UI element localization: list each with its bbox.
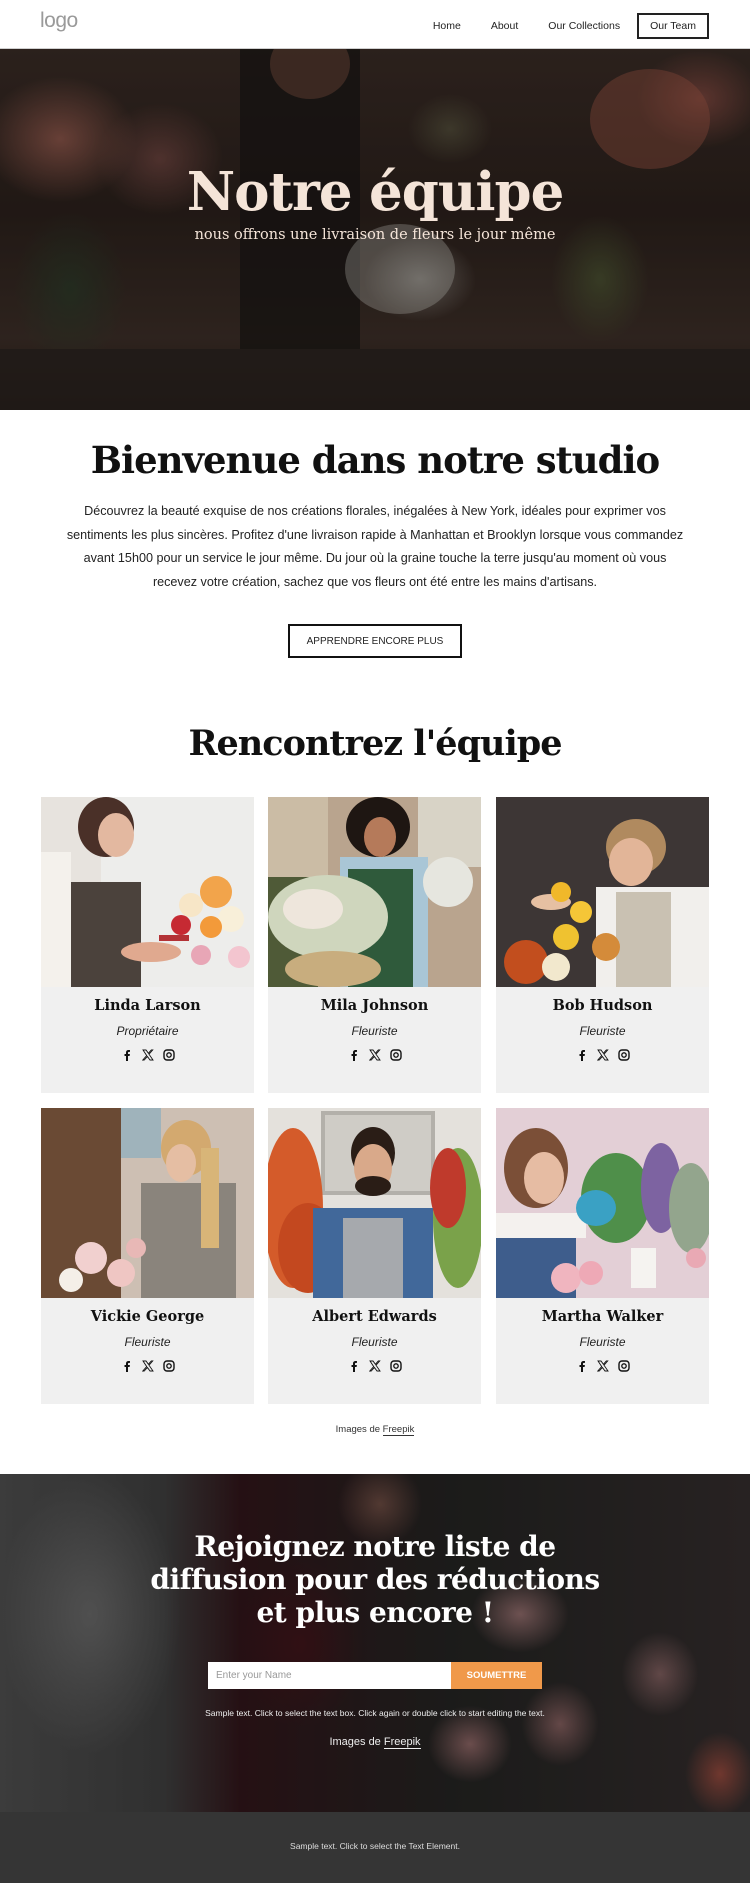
member-name: Albert Edwards (312, 1308, 437, 1325)
social-links (268, 1048, 481, 1061)
newsletter-title: Rejoignez notre liste de diffusion pour … (150, 1530, 600, 1629)
credit-prefix: Images de (329, 1736, 384, 1748)
newsletter-section: Rejoignez notre liste de diffusion pour … (0, 1474, 750, 1812)
site-footer: Sample text. Click to select the Text El… (0, 1812, 750, 1883)
facebook-icon[interactable] (575, 1359, 588, 1372)
team-card: Mila Johnson Fleuriste (268, 797, 481, 1093)
facebook-icon[interactable] (120, 1359, 133, 1372)
man-in-apron-icon (268, 1108, 481, 1298)
welcome-text: Découvrez la beauté exquise de nos créat… (66, 504, 684, 589)
learn-more-button[interactable]: APPRENDRE ENCORE PLUS (288, 624, 462, 658)
facebook-icon[interactable] (347, 1048, 360, 1061)
member-role: Fleuriste (579, 1335, 626, 1349)
social-links (41, 1359, 254, 1372)
member-role: Fleuriste (351, 1024, 398, 1038)
social-links (496, 1048, 709, 1061)
facebook-icon[interactable] (347, 1359, 360, 1372)
site-header: logo Home About Our Collections Our Team (0, 0, 750, 49)
welcome-title: Bienvenue dans notre studio (90, 438, 661, 482)
submit-button[interactable]: SOUMETTRE (451, 1662, 542, 1689)
x-icon[interactable] (141, 1359, 154, 1372)
woman-with-pink-flowers-icon (496, 1108, 709, 1298)
social-links (496, 1359, 709, 1372)
hero-title: Notre équipe (186, 161, 565, 223)
footer-text: Sample text. Click to select the Text El… (290, 1841, 460, 1851)
x-icon[interactable] (368, 1048, 381, 1061)
credit-prefix: Images de (335, 1424, 383, 1435)
nav-our-collections[interactable]: Our Collections (548, 20, 620, 32)
freepik-link[interactable]: Freepik (383, 1736, 421, 1749)
member-role: Fleuriste (351, 1335, 398, 1349)
instagram-icon[interactable] (389, 1048, 402, 1061)
freepik-link[interactable]: Freepik (382, 1424, 415, 1436)
hero-subtitle: nous offrons une livraison de fleurs le … (194, 227, 556, 243)
newsletter-overlay (0, 1474, 750, 1812)
instagram-icon[interactable] (389, 1359, 402, 1372)
member-name: Martha Walker (541, 1308, 664, 1325)
team-title: Rencontrez l'équipe (188, 723, 562, 764)
x-icon[interactable] (368, 1359, 381, 1372)
instagram-icon[interactable] (162, 1359, 175, 1372)
hero-banner: Notre équipe nous offrons une livraison … (0, 49, 750, 410)
facebook-icon[interactable] (120, 1048, 133, 1061)
instagram-icon[interactable] (617, 1359, 630, 1372)
team-card: Martha Walker Fleuriste (496, 1108, 709, 1404)
logo[interactable]: logo (40, 9, 78, 33)
member-role: Propriétaire (116, 1024, 179, 1038)
nav-our-team[interactable]: Our Team (637, 13, 709, 39)
woman-cutting-flowers-icon (41, 797, 254, 987)
instagram-icon[interactable] (162, 1048, 175, 1061)
team-card: Vickie George Fleuriste (41, 1108, 254, 1404)
member-name: Linda Larson (94, 997, 201, 1014)
team-card: Linda Larson Propriétaire (41, 797, 254, 1093)
newsletter-form: SOUMETTRE (208, 1662, 542, 1689)
social-links (41, 1048, 254, 1061)
member-name: Vickie George (90, 1308, 205, 1325)
name-input[interactable] (208, 1662, 451, 1689)
nav-about[interactable]: About (491, 20, 518, 32)
newsletter-image-credit: Images de Freepik (0, 1736, 750, 1749)
man-arranging-flowers-icon (496, 797, 709, 987)
newsletter-sample-text: Sample text. Click to select the text bo… (205, 1708, 545, 1718)
x-icon[interactable] (596, 1359, 609, 1372)
team-card: Albert Edwards Fleuriste (268, 1108, 481, 1404)
member-role: Fleuriste (124, 1335, 171, 1349)
woman-holding-basket-icon (268, 797, 481, 987)
x-icon[interactable] (141, 1048, 154, 1061)
instagram-icon[interactable] (617, 1048, 630, 1061)
main-nav: Home About Our Collections Our Team (403, 13, 709, 39)
social-links (268, 1359, 481, 1372)
member-name: Mila Johnson (320, 997, 429, 1014)
team-card: Bob Hudson Fleuriste (496, 797, 709, 1093)
facebook-icon[interactable] (575, 1048, 588, 1061)
image-credit: Images de Freepik (0, 1424, 750, 1436)
member-role: Fleuriste (579, 1024, 626, 1038)
x-icon[interactable] (596, 1048, 609, 1061)
member-name: Bob Hudson (552, 997, 653, 1014)
nav-home[interactable]: Home (433, 20, 461, 32)
woman-arranging-roses-icon (41, 1108, 254, 1298)
